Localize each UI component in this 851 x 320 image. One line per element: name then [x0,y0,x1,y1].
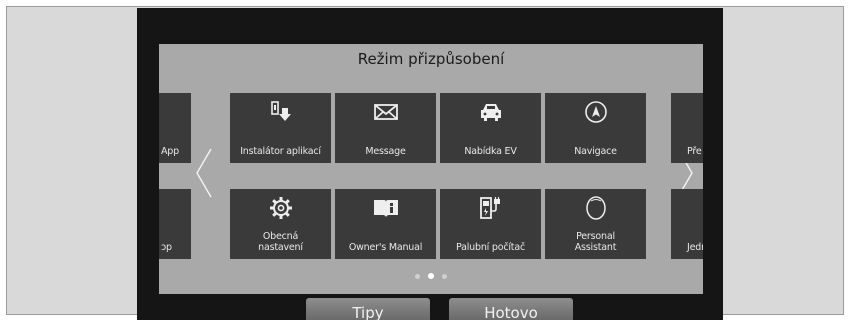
envelope-icon [335,99,436,125]
chevron-left-icon[interactable] [193,147,215,199]
tile-label: Palubní počítač [456,242,525,253]
manual-book-icon [335,195,436,221]
customization-panel: Režim přizpůsobení App ɔp Instalátor apl [159,44,703,294]
partial-tile-label: ɔp [161,242,172,253]
tile-general-settings[interactable]: Obecná nastavení [230,189,331,259]
tile-message[interactable]: Message [335,93,436,163]
partial-tile-left-row2[interactable]: ɔp [159,189,191,259]
partial-tile-right-row2[interactable]: Jedr [671,189,703,259]
ev-car-icon [440,99,541,125]
fuel-charge-icon [440,195,541,221]
partial-tile-label: Pře [687,146,702,157]
partial-tile-label: App [161,146,179,157]
tile-trip-computer[interactable]: Palubní počítač [440,189,541,259]
page-dot [442,274,447,279]
gear-icon [230,195,331,221]
assistant-icon [545,195,646,221]
tile-app-installer[interactable]: Instalátor aplikací [230,93,331,163]
tips-button[interactable]: Tipy [306,298,430,320]
tile-label: Instalátor aplikací [240,146,321,157]
page-dot-active [428,273,434,279]
page-indicator [159,273,703,279]
partial-tile-left-row1[interactable]: App [159,93,191,163]
tile-label: Obecná nastavení [258,231,303,253]
tile-label: Owner's Manual [348,242,423,253]
compass-icon [545,99,646,125]
done-button[interactable]: Hotovo [449,298,573,320]
tile-label: Nabídka EV [464,146,517,157]
page-dot [415,274,420,279]
tile-label: Message [365,146,406,157]
head-unit-screen: Režim přizpůsobení App ɔp Instalátor apl [137,8,723,320]
partial-tile-label: Jedr [687,242,703,253]
tile-navigation[interactable]: Navigace [545,93,646,163]
page-title: Režim přizpůsobení [357,50,505,68]
app-installer-icon [230,99,331,125]
tile-personal-assistant[interactable]: Personal Assistant [545,189,646,259]
tile-label: Navigace [574,146,617,157]
tile-owners-manual[interactable]: Owner's Manual [335,189,436,259]
tile-ev-menu[interactable]: Nabídka EV [440,93,541,163]
tile-label: Personal Assistant [574,231,617,253]
partial-tile-right-row1[interactable]: Pře [671,93,703,163]
